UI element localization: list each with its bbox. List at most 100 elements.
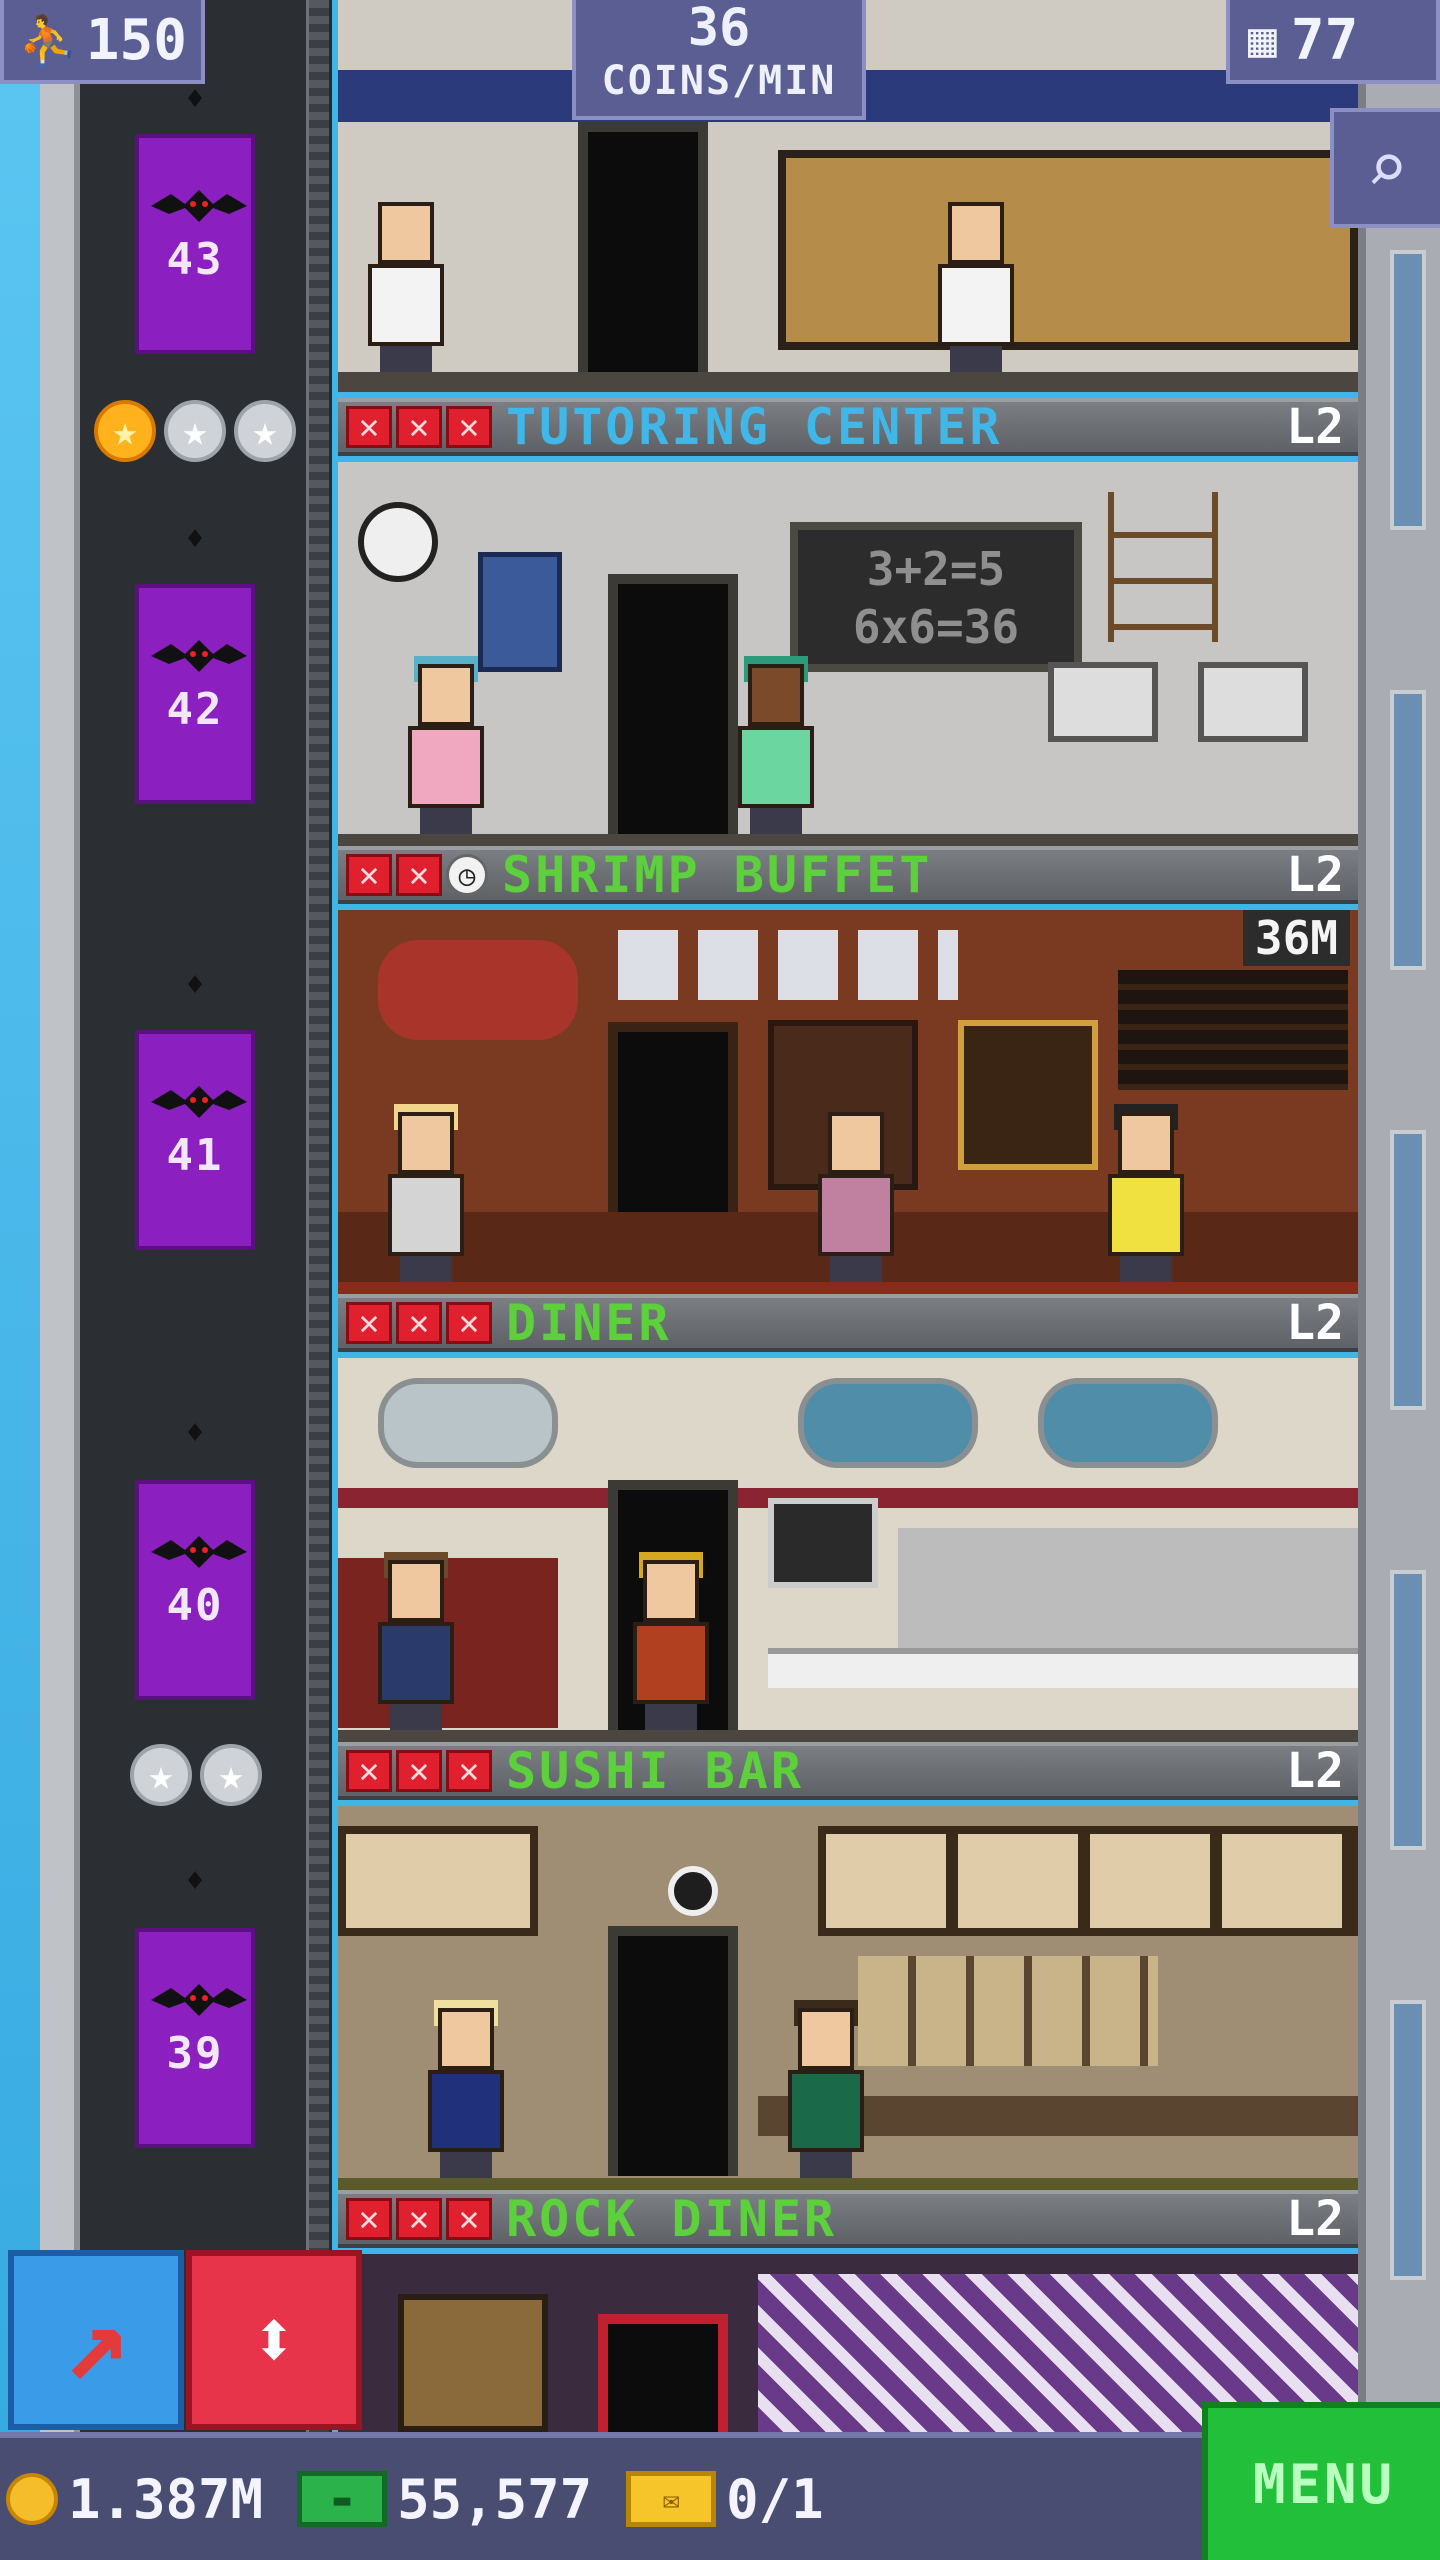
resident[interactable] bbox=[368, 1552, 464, 1730]
computer-monitor bbox=[1048, 662, 1158, 742]
room-tutoring-center[interactable]: 3+2=5 6x6=36 bbox=[338, 462, 1358, 854]
room-door bbox=[578, 122, 708, 372]
computer-monitor bbox=[1198, 662, 1308, 742]
apple-poster bbox=[478, 552, 562, 672]
window bbox=[1390, 250, 1426, 530]
resident[interactable] bbox=[728, 656, 824, 834]
tickets-value: 0/1 bbox=[726, 2467, 824, 2531]
x-mark-icon: ✕ bbox=[446, 406, 492, 448]
porthole-window bbox=[1038, 1378, 1218, 1468]
chalkboard-line: 6x6=36 bbox=[852, 600, 1020, 654]
floor-stars: ★ ★ bbox=[130, 1744, 262, 1806]
x-mark-icon: ✕ bbox=[346, 2198, 392, 2240]
build-floor-button[interactable]: ↗ bbox=[8, 2250, 184, 2430]
room-door bbox=[608, 1926, 738, 2176]
window bbox=[1390, 1130, 1426, 1410]
ticket-icon: ✉ bbox=[626, 2471, 717, 2527]
room-door bbox=[608, 574, 738, 834]
x-mark-icon: ✕ bbox=[346, 1750, 392, 1792]
floor-banner-rock-diner[interactable]: ✕ ✕ ✕ ROCK DINER L2 bbox=[338, 2190, 1358, 2248]
lamp-icon: ♦ bbox=[185, 1416, 205, 1451]
x-mark-icon: ✕ bbox=[396, 406, 442, 448]
elevator-floor-number: 39 bbox=[166, 2028, 224, 2079]
floor-count: 77 bbox=[1290, 7, 1359, 73]
resident[interactable] bbox=[928, 202, 1024, 372]
floor-level: L2 bbox=[1286, 2191, 1344, 2247]
x-mark-icon: ✕ bbox=[446, 2198, 492, 2240]
lamp-icon: ♦ bbox=[185, 1864, 205, 1899]
dojo-wall-panels bbox=[778, 150, 1358, 350]
floor-banner-shrimp-buffet[interactable]: ✕ ✕ ◷ SHRIMP BUFFET L2 bbox=[338, 846, 1358, 904]
menu-board bbox=[768, 1498, 878, 1588]
floor-banner-diner[interactable]: ✕ ✕ ✕ DINER L2 bbox=[338, 1294, 1358, 1352]
clock-icon bbox=[358, 502, 438, 582]
floor-level: L2 bbox=[1286, 1743, 1344, 1799]
floor-level: L2 bbox=[1286, 399, 1344, 455]
floor-level: L2 bbox=[1286, 847, 1344, 903]
x-mark-icon: ✕ bbox=[346, 854, 392, 896]
elevator-car-floor-39[interactable]: 39 bbox=[135, 1928, 255, 2148]
building-icon: ▦ bbox=[1248, 12, 1277, 68]
resident[interactable] bbox=[1098, 1104, 1194, 1282]
room-sushi-bar[interactable] bbox=[338, 1806, 1358, 2198]
resident[interactable] bbox=[398, 656, 494, 834]
sushi-shelf bbox=[858, 1956, 1158, 2066]
bookshelf bbox=[1108, 492, 1218, 642]
resident[interactable] bbox=[378, 1104, 474, 1282]
elevator-car-floor-42[interactable]: 42 bbox=[135, 584, 255, 804]
bux-display[interactable]: ▬ 55,577 bbox=[297, 2468, 592, 2531]
x-mark-icon: ✕ bbox=[396, 1750, 442, 1792]
resident[interactable] bbox=[623, 1552, 719, 1730]
building-outer-wall bbox=[40, 0, 80, 2560]
shoji-window bbox=[818, 1826, 1358, 1936]
floor-level: L2 bbox=[1286, 1295, 1344, 1351]
status-marks: ✕ ✕ ✕ bbox=[346, 2198, 492, 2240]
silver-star-icon: ★ bbox=[200, 1744, 262, 1806]
rate-value: 36 bbox=[687, 0, 751, 58]
elevator-arrows-icon: ⬍ bbox=[249, 2293, 299, 2386]
menu-button[interactable]: MENU bbox=[1202, 2402, 1440, 2560]
elevator-floor-number: 42 bbox=[166, 684, 224, 735]
plates-shelf bbox=[618, 930, 958, 1000]
elevator-floor-number: 41 bbox=[166, 1130, 224, 1181]
room-shrimp-buffet[interactable]: 36M bbox=[338, 910, 1358, 1302]
floor-name: DINER bbox=[506, 1294, 672, 1352]
kitchen-wall bbox=[898, 1528, 1358, 1648]
bux-icon: ▬ bbox=[297, 2471, 388, 2527]
floor-banner-sushi-bar[interactable]: ✕ ✕ ✕ SUSHI BAR L2 bbox=[338, 1742, 1358, 1800]
resident[interactable] bbox=[418, 2000, 514, 2178]
resident[interactable] bbox=[358, 202, 454, 372]
elevator-car-floor-41[interactable]: 41 bbox=[135, 1030, 255, 1250]
coins-display[interactable]: 1.387M bbox=[6, 2468, 263, 2531]
elevator-car-floor-40[interactable]: 40 bbox=[135, 1480, 255, 1700]
resident[interactable] bbox=[778, 2000, 874, 2178]
room-diner[interactable] bbox=[338, 1358, 1358, 1750]
status-marks: ✕ ✕ ✕ bbox=[346, 1302, 492, 1344]
bat-icon bbox=[151, 1984, 247, 2016]
resident[interactable] bbox=[808, 1112, 904, 1282]
bat-icon bbox=[151, 640, 247, 672]
elevator-floor-number: 40 bbox=[166, 1580, 224, 1631]
bat-icon bbox=[151, 1536, 247, 1568]
floor-banner-tutoring-center[interactable]: ✕ ✕ ✕ TUTORING CENTER L2 bbox=[338, 398, 1358, 456]
tickets-display[interactable]: ✉ 0/1 bbox=[626, 2468, 824, 2531]
population-badge[interactable]: ⛹ 150 bbox=[0, 0, 205, 84]
bat-icon bbox=[151, 1086, 247, 1118]
x-mark-icon: ✕ bbox=[396, 2198, 442, 2240]
floors-badge[interactable]: ▦ 77 bbox=[1226, 0, 1440, 84]
build-arrow-icon: ↗ bbox=[62, 2276, 130, 2404]
porthole-window bbox=[798, 1378, 978, 1468]
population-count: 150 bbox=[85, 7, 187, 73]
elevator-button[interactable]: ⬍ bbox=[186, 2250, 362, 2430]
elevator-floor-number: 43 bbox=[166, 234, 224, 285]
magnifier-icon[interactable]: ⌕ bbox=[1330, 108, 1440, 228]
window bbox=[1390, 1570, 1426, 1850]
porthole-window bbox=[378, 1378, 558, 1468]
coins-value: 1.387M bbox=[68, 2467, 264, 2531]
coins-per-minute-panel: 36 COINS/MIN bbox=[572, 0, 866, 120]
lamp-icon: ♦ bbox=[185, 522, 205, 557]
elevator-car-floor-43[interactable]: 43 bbox=[135, 134, 255, 354]
status-marks: ✕ ✕ ✕ bbox=[346, 406, 492, 448]
shoji-window bbox=[338, 1826, 538, 1936]
x-mark-icon: ✕ bbox=[346, 1302, 392, 1344]
